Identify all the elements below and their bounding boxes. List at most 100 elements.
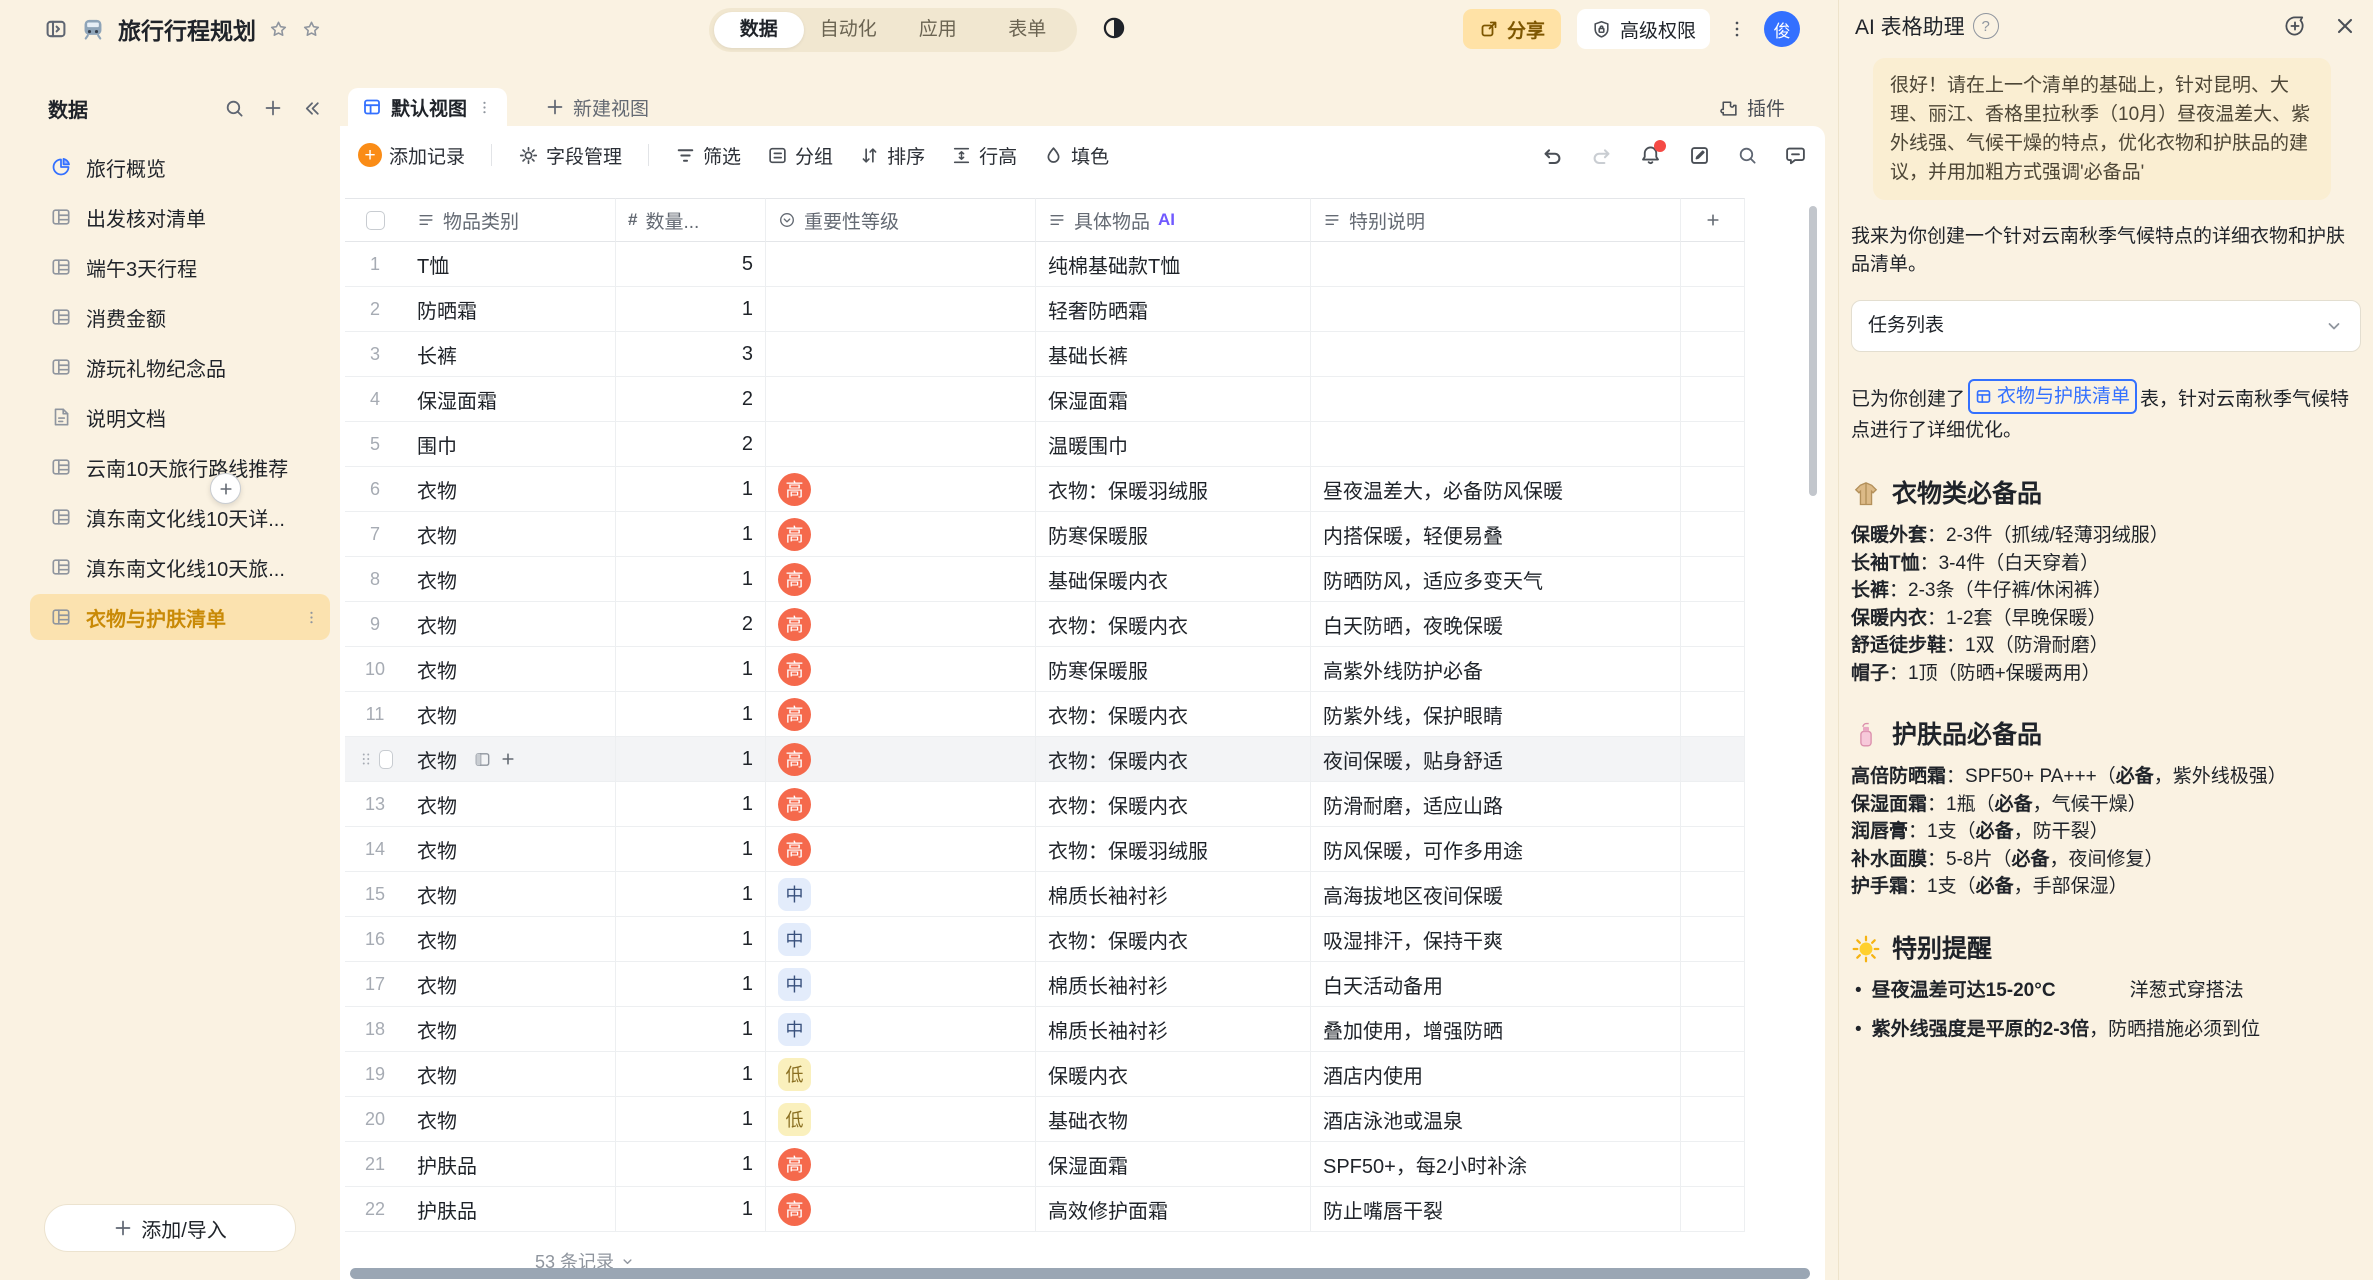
- level-cell[interactable]: [765, 422, 1035, 467]
- item-cell[interactable]: 温暖围巾: [1035, 422, 1310, 467]
- row-number[interactable]: 9: [345, 602, 405, 647]
- table-row[interactable]: 7衣物1高防寒保暖服内搭保暖，轻便易叠: [345, 512, 1745, 557]
- drag-handle-icon[interactable]: [357, 750, 375, 768]
- task-list-dropdown[interactable]: 任务列表: [1851, 300, 2361, 352]
- expand-record-icon[interactable]: [473, 750, 492, 769]
- category-cell[interactable]: 衣物: [405, 872, 615, 917]
- item-cell[interactable]: 防寒保暖服: [1035, 647, 1310, 692]
- column-header[interactable]: #数量...: [615, 198, 765, 242]
- table-row[interactable]: 21护肤品1高保湿面霜SPF50+，每2小时补涂: [345, 1142, 1745, 1187]
- level-cell[interactable]: [765, 332, 1035, 377]
- category-cell[interactable]: 衣物: [405, 917, 615, 962]
- category-cell[interactable]: 衣物: [405, 602, 615, 647]
- item-cell[interactable]: 保暖内衣: [1035, 1052, 1310, 1097]
- table-row[interactable]: 14衣物1高衣物：保暖羽绒服防风保暖，可作多用途: [345, 827, 1745, 872]
- quantity-cell[interactable]: 3: [615, 332, 765, 377]
- note-cell[interactable]: 防风保暖，可作多用途: [1310, 827, 1680, 872]
- note-cell[interactable]: 白天活动备用: [1310, 962, 1680, 1007]
- row-number[interactable]: 13: [345, 782, 405, 827]
- quick-access-star-icon[interactable]: [268, 19, 289, 40]
- level-cell[interactable]: 低: [765, 1052, 1035, 1097]
- table-row[interactable]: 11衣物1高衣物：保暖内衣防紫外线，保护眼睛: [345, 692, 1745, 737]
- new-view-button[interactable]: 新建视图: [545, 88, 649, 126]
- fill-color-button[interactable]: 填色: [1043, 142, 1109, 169]
- column-header[interactable]: 特别说明: [1310, 198, 1680, 242]
- row-number[interactable]: 7: [345, 512, 405, 557]
- level-cell[interactable]: 高: [765, 692, 1035, 737]
- category-cell[interactable]: 衣物: [405, 467, 615, 512]
- category-cell[interactable]: 衣物: [405, 692, 615, 737]
- quantity-cell[interactable]: 1: [615, 287, 765, 332]
- quantity-cell[interactable]: 1: [615, 1187, 765, 1232]
- note-cell[interactable]: 高海拔地区夜间保暖: [1310, 872, 1680, 917]
- quantity-cell[interactable]: 2: [615, 602, 765, 647]
- table-row[interactable]: 8衣物1高基础保暖内衣防晒防风，适应多变天气: [345, 557, 1745, 602]
- sidebar-item[interactable]: 出发核对清单: [30, 192, 330, 242]
- sidebar-item[interactable]: 云南10天旅行路线推荐: [30, 442, 330, 492]
- level-cell[interactable]: 中: [765, 917, 1035, 962]
- quantity-cell[interactable]: 1: [615, 647, 765, 692]
- row-number[interactable]: 2: [345, 287, 405, 332]
- level-cell[interactable]: [765, 287, 1035, 332]
- item-menu-icon[interactable]: [303, 609, 320, 626]
- quick-add-icon[interactable]: [500, 751, 516, 767]
- note-cell[interactable]: 昼夜温差大，必备防风保暖: [1310, 467, 1680, 512]
- table-row[interactable]: 16衣物1中衣物：保暖内衣吸湿排汗，保持干爽: [345, 917, 1745, 962]
- note-cell[interactable]: 白天防晒，夜晚保暖: [1310, 602, 1680, 647]
- category-cell[interactable]: 衣物: [405, 1097, 615, 1142]
- note-cell[interactable]: [1310, 242, 1680, 287]
- item-cell[interactable]: 保湿面霜: [1035, 1142, 1310, 1187]
- note-cell[interactable]: 内搭保暖，轻便易叠: [1310, 512, 1680, 557]
- item-cell[interactable]: 衣物：保暖内衣: [1035, 917, 1310, 962]
- row-number[interactable]: 17: [345, 962, 405, 1007]
- row-number[interactable]: 11: [345, 692, 405, 737]
- category-cell[interactable]: 衣物: [405, 647, 615, 692]
- item-cell[interactable]: 高效修护面霜: [1035, 1187, 1310, 1232]
- category-cell[interactable]: 衣物: [405, 1052, 615, 1097]
- sidebar-item[interactable]: 说明文档: [30, 392, 330, 442]
- row-number[interactable]: 18: [345, 1007, 405, 1052]
- note-cell[interactable]: [1310, 377, 1680, 422]
- item-cell[interactable]: 基础保暖内衣: [1035, 557, 1310, 602]
- category-cell[interactable]: 护肤品: [405, 1142, 615, 1187]
- table-row[interactable]: 22护肤品1高高效修护面霜防止嘴唇干裂: [345, 1187, 1745, 1232]
- sidebar-item[interactable]: 游玩礼物纪念品: [30, 342, 330, 392]
- tab-data[interactable]: 数据: [714, 12, 804, 48]
- item-cell[interactable]: 衣物：保暖羽绒服: [1035, 827, 1310, 872]
- note-cell[interactable]: [1310, 287, 1680, 332]
- item-cell[interactable]: 衣物：保暖内衣: [1035, 602, 1310, 647]
- quantity-cell[interactable]: 5: [615, 242, 765, 287]
- share-button[interactable]: 分享: [1463, 9, 1561, 49]
- category-cell[interactable]: 衣物: [405, 557, 615, 602]
- table-row[interactable]: 10衣物1高防寒保暖服高紫外线防护必备: [345, 647, 1745, 692]
- quantity-cell[interactable]: 1: [615, 737, 765, 782]
- category-cell[interactable]: 防晒霜: [405, 287, 615, 332]
- row-number[interactable]: 21: [345, 1142, 405, 1187]
- row-number[interactable]: 6: [345, 467, 405, 512]
- note-cell[interactable]: 吸湿排汗，保持干爽: [1310, 917, 1680, 962]
- column-header[interactable]: 重要性等级: [765, 198, 1035, 242]
- quantity-cell[interactable]: 1: [615, 917, 765, 962]
- note-cell[interactable]: [1310, 422, 1680, 467]
- group-button[interactable]: 分组: [767, 142, 833, 169]
- item-cell[interactable]: 防寒保暖服: [1035, 512, 1310, 557]
- quantity-cell[interactable]: 1: [615, 1007, 765, 1052]
- vertical-scrollbar[interactable]: [1809, 206, 1817, 496]
- record-edit-icon[interactable]: [1688, 144, 1711, 167]
- advanced-permission-button[interactable]: 高级权限: [1577, 9, 1710, 49]
- quantity-cell[interactable]: 1: [615, 872, 765, 917]
- note-cell[interactable]: 高紫外线防护必备: [1310, 647, 1680, 692]
- item-cell[interactable]: 棉质长袖衬衫: [1035, 962, 1310, 1007]
- quantity-cell[interactable]: 1: [615, 467, 765, 512]
- row-number[interactable]: 3: [345, 332, 405, 377]
- level-cell[interactable]: [765, 377, 1035, 422]
- level-cell[interactable]: 高: [765, 1187, 1035, 1232]
- category-cell[interactable]: 长裤: [405, 332, 615, 377]
- row-number[interactable]: 5: [345, 422, 405, 467]
- redo-icon[interactable]: [1590, 144, 1613, 167]
- table-row[interactable]: 5围巾2温暖围巾: [345, 422, 1745, 467]
- quantity-cell[interactable]: 1: [615, 962, 765, 1007]
- level-cell[interactable]: 高: [765, 737, 1035, 782]
- note-cell[interactable]: 防滑耐磨，适应山路: [1310, 782, 1680, 827]
- level-cell[interactable]: 中: [765, 872, 1035, 917]
